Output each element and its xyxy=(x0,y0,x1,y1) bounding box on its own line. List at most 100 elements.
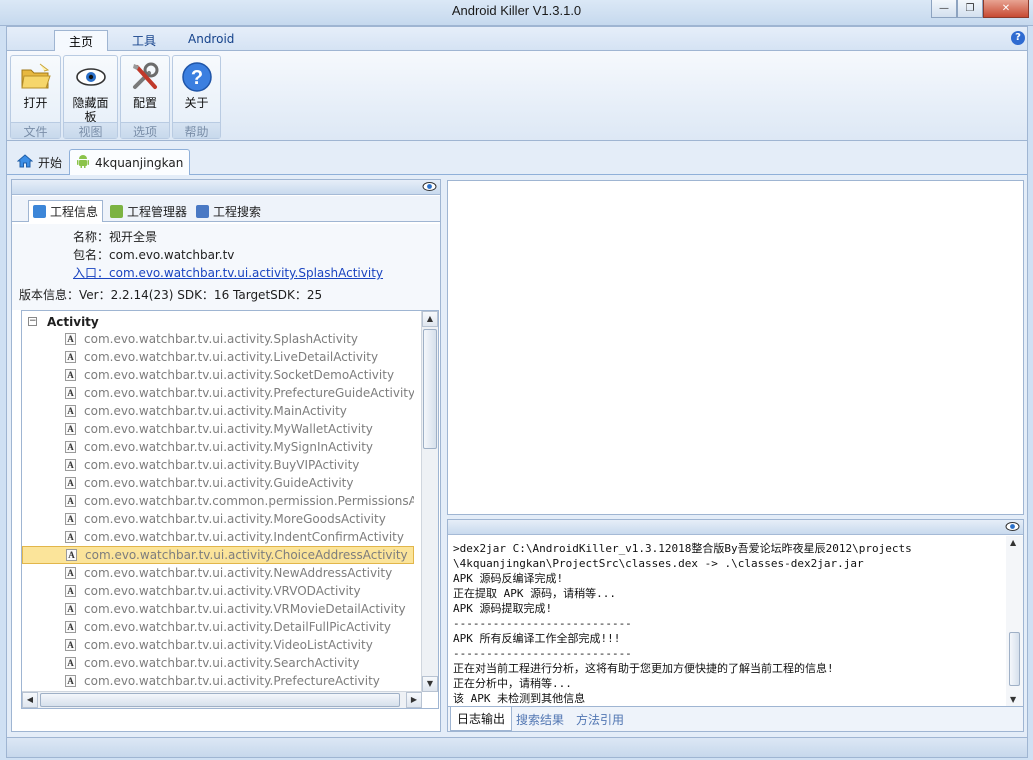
tab-start[interactable]: 开始 xyxy=(11,149,68,175)
log-line: --------------------------- xyxy=(453,617,632,630)
tree-item[interactable]: Acom.evo.watchbar.tv.ui.activity.SocketD… xyxy=(22,366,414,384)
tab-method-references[interactable]: 方法引用 xyxy=(570,707,630,731)
scroll-down-arrow-icon[interactable]: ▼ xyxy=(422,676,438,692)
tree-root-activity[interactable]: − Activity xyxy=(28,313,99,330)
tab-project[interactable]: 4kquanjingkan xyxy=(69,149,191,175)
tab-project-manager[interactable]: 工程管理器 xyxy=(106,200,191,222)
tree-item[interactable]: Acom.evo.watchbar.tv.ui.activity.VideoLi… xyxy=(22,636,414,654)
activity-tree[interactable]: − Activity Acom.evo.watchbar.tv.ui.activ… xyxy=(21,310,439,709)
tree-item[interactable]: Acom.evo.watchbar.tv.ui.activity.Prefect… xyxy=(22,384,414,402)
tree-item[interactable]: Acom.evo.watchbar.tv.ui.activity.GuideAc… xyxy=(22,474,414,492)
svg-text:?: ? xyxy=(190,67,202,89)
tree-item-label: com.evo.watchbar.tv.ui.activity.NewAddre… xyxy=(84,566,393,580)
tree-item[interactable]: Acom.evo.watchbar.tv.ui.activity.Prefect… xyxy=(22,672,414,690)
tab-android[interactable]: Android xyxy=(174,30,248,51)
tab-tools[interactable]: 工具 xyxy=(118,30,170,51)
tab-project-search[interactable]: 工程搜索 xyxy=(192,200,265,222)
tab-search-results[interactable]: 搜索结果 xyxy=(510,707,570,731)
close-button[interactable]: ✕ xyxy=(983,0,1029,18)
log-line: APK 源码反编译完成! xyxy=(453,572,564,585)
scroll-down-arrow-icon[interactable]: ▼ xyxy=(1010,695,1016,704)
log-scrollbar[interactable]: ▲ ▼ xyxy=(1006,536,1023,706)
tree-item-label: com.evo.watchbar.tv.ui.activity.SocketDe… xyxy=(84,368,395,382)
maximize-button[interactable]: ❐ xyxy=(957,0,983,18)
tree-item-label: com.evo.watchbar.tv.ui.activity.ChoiceAd… xyxy=(85,548,408,562)
tree-item[interactable]: Acom.evo.watchbar.tv.ui.activity.ChoiceA… xyxy=(22,546,414,564)
scroll-left-arrow-icon[interactable]: ◀ xyxy=(22,692,38,708)
entry-link[interactable]: 入口：com.evo.watchbar.tv.ui.activity.Splas… xyxy=(73,264,383,281)
scroll-up-arrow-icon[interactable]: ▲ xyxy=(1010,538,1016,547)
scroll-thumb[interactable] xyxy=(423,329,437,449)
help-icon[interactable]: ? xyxy=(1011,31,1025,45)
tree-item[interactable]: Acom.evo.watchbar.tv.ui.activity.MySignI… xyxy=(22,438,414,456)
log-line: 正在对当前工程进行分析，这将有助于您更加方便快捷的了解当前工程的信息! xyxy=(453,662,834,675)
activity-class-icon: A xyxy=(65,351,76,363)
activity-class-icon: A xyxy=(65,387,76,399)
tree-item[interactable]: Acom.evo.watchbar.tv.ui.activity.MainAct… xyxy=(22,402,414,420)
tree-item[interactable]: Acom.evo.watchbar.tv.ui.activity.IndentC… xyxy=(22,528,414,546)
config-button-label: 配置 xyxy=(132,96,157,110)
minimize-button[interactable]: — xyxy=(931,0,957,18)
tree-item-label: com.evo.watchbar.tv.ui.activity.BuyVIPAc… xyxy=(84,458,360,472)
hide-panel-button[interactable]: 隐藏面板 xyxy=(64,58,117,124)
tab-project-info[interactable]: 工程信息 xyxy=(28,200,104,222)
hscroll-thumb[interactable] xyxy=(40,693,400,707)
about-button[interactable]: ? 关于 xyxy=(173,58,220,124)
activity-class-icon: A xyxy=(65,567,76,579)
tree-item-label: com.evo.watchbar.tv.ui.activity.Prefectu… xyxy=(84,386,414,400)
activity-class-icon: A xyxy=(65,531,76,543)
tools-icon xyxy=(128,60,162,94)
scroll-up-arrow-icon[interactable]: ▲ xyxy=(422,311,438,327)
tab-log-output[interactable]: 日志输出 xyxy=(450,707,513,731)
log-line: 正在分析中，请稍等... xyxy=(453,677,572,690)
entry-link-text[interactable]: 入口：com.evo.watchbar.tv.ui.activity.Splas… xyxy=(73,266,383,280)
open-button-label: 打开 xyxy=(23,96,48,110)
tab-project-manager-label: 工程管理器 xyxy=(127,204,188,219)
activity-class-icon: A xyxy=(65,369,76,381)
tab-home[interactable]: 主页 xyxy=(54,30,109,51)
log-line: APK 源码提取完成! xyxy=(453,602,553,615)
eye-icon[interactable] xyxy=(422,181,437,195)
tree-item-label: com.evo.watchbar.tv.ui.activity.GuideAct… xyxy=(84,476,354,490)
tree-item-label: com.evo.watchbar.tv.ui.activity.MySignIn… xyxy=(84,440,373,454)
tree-item[interactable]: Acom.evo.watchbar.tv.ui.activity.VRVODAc… xyxy=(22,582,414,600)
eye-icon[interactable] xyxy=(1005,521,1020,535)
scroll-right-arrow-icon[interactable]: ▶ xyxy=(406,692,422,708)
tree-item[interactable]: Acom.evo.watchbar.tv.common.permission.P… xyxy=(22,492,414,510)
version-info: 版本信息：Ver：2.2.14(23) SDK：16 TargetSDK：25 xyxy=(19,288,323,302)
tree-item-label: com.evo.watchbar.tv.ui.activity.MainActi… xyxy=(84,404,347,418)
activity-class-icon: A xyxy=(65,675,76,687)
android-manager-icon xyxy=(110,204,123,218)
tree-item-label: com.evo.watchbar.tv.ui.activity.LiveDeta… xyxy=(84,350,379,364)
tree-item[interactable]: Acom.evo.watchbar.tv.ui.activity.VRMovie… xyxy=(22,600,414,618)
tree-item[interactable]: Acom.evo.watchbar.tv.ui.activity.DetailF… xyxy=(22,618,414,636)
tree-item[interactable]: Acom.evo.watchbar.tv.ui.activity.MoreGoo… xyxy=(22,510,414,528)
eye-icon xyxy=(74,60,108,94)
open-button[interactable]: 打开 xyxy=(11,58,60,124)
tree-item-label: com.evo.watchbar.tv.ui.activity.VideoLis… xyxy=(84,638,373,652)
tree-item[interactable]: Acom.evo.watchbar.tv.ui.activity.LiveDet… xyxy=(22,348,414,366)
activity-class-icon: A xyxy=(65,585,76,597)
log-tab-bar: 日志输出 搜索结果 方法引用 xyxy=(448,706,1023,731)
tree-item[interactable]: Acom.evo.watchbar.tv.ui.activity.SearchA… xyxy=(22,654,414,672)
config-button[interactable]: 配置 xyxy=(121,58,169,124)
editor-area[interactable] xyxy=(447,180,1024,515)
tree-horizontal-scrollbar[interactable]: ◀ ▶ xyxy=(22,691,422,708)
collapse-icon[interactable]: − xyxy=(28,317,37,326)
log-line: --------------------------- xyxy=(453,647,632,660)
log-panel-header xyxy=(448,520,1023,535)
tree-item[interactable]: Acom.evo.watchbar.tv.ui.activity.MyWalle… xyxy=(22,420,414,438)
search-icon xyxy=(196,204,209,218)
tree-item[interactable]: Acom.evo.watchbar.tv.ui.activity.SplashA… xyxy=(22,330,414,348)
ribbon-group-view: 隐藏面板 视图 xyxy=(63,55,118,139)
log-line: 该 APK 未检测到其他信息 xyxy=(453,692,586,705)
tree-vertical-scrollbar[interactable]: ▲ ▼ xyxy=(421,311,438,692)
tree-items: Acom.evo.watchbar.tv.ui.activity.SplashA… xyxy=(22,330,414,708)
tree-item[interactable]: Acom.evo.watchbar.tv.ui.activity.BuyVIPA… xyxy=(22,456,414,474)
activity-class-icon: A xyxy=(66,549,77,561)
tree-item-label: com.evo.watchbar.tv.ui.activity.IndentCo… xyxy=(84,530,404,544)
log-output[interactable]: >dex2jar C:\AndroidKiller_v1.3.12018整合版B… xyxy=(453,541,1005,706)
tree-item[interactable]: Acom.evo.watchbar.tv.ui.activity.NewAddr… xyxy=(22,564,414,582)
main-frame: 主页 工具 Android ? 打开 文件 隐藏面板 视图 配置 选项 ? 关于… xyxy=(6,26,1028,758)
log-scroll-thumb[interactable] xyxy=(1009,632,1020,686)
